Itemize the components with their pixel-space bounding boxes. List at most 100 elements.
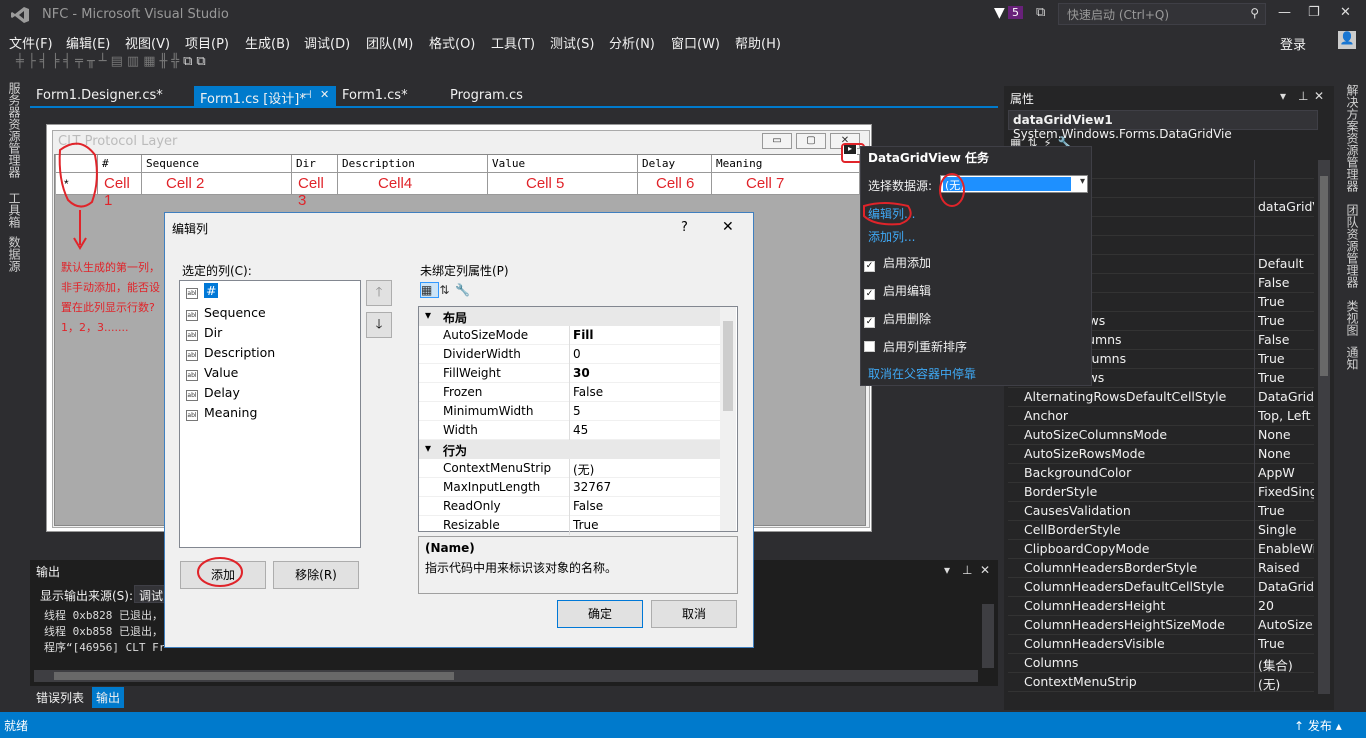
property-row[interactable]: BorderStyle FixedSing [1008, 483, 1314, 502]
output-close-icon[interactable]: ✕ [980, 563, 990, 577]
menu-analyze[interactable]: 分析(N) [609, 33, 655, 52]
grid-cell[interactable]: Cell 7 [712, 173, 860, 194]
class-view-tab[interactable]: 类视图 [1344, 300, 1361, 336]
output-pin-icon[interactable]: ⊥ [962, 563, 972, 577]
property-row[interactable]: ColumnHeadersDefaultCellStyle DataGridV [1008, 578, 1314, 597]
column-property-row[interactable]: Frozen False [419, 383, 721, 402]
property-value[interactable]: AutoSize [1258, 617, 1314, 632]
property-value[interactable]: 32767 [573, 480, 611, 494]
notification-badge[interactable]: 5 [1008, 6, 1023, 19]
remove-column-button[interactable]: 移除(R) [273, 561, 359, 589]
grid-col-header[interactable]: Sequence [142, 155, 292, 172]
list-item[interactable]: abl Meaning [186, 405, 257, 421]
property-value[interactable]: True [1258, 370, 1314, 385]
column-property-row[interactable]: DividerWidth 0 [419, 345, 721, 364]
property-value[interactable]: True [1258, 503, 1314, 518]
property-value[interactable]: False [573, 385, 603, 399]
column-property-row[interactable]: MaxInputLength 32767 [419, 478, 721, 497]
menu-project[interactable]: 项目(P) [185, 33, 229, 52]
tab-error-list[interactable]: 错误列表 [36, 689, 84, 706]
property-value[interactable]: (无) [573, 461, 594, 478]
tab-form1-design[interactable]: Form1.cs [设计]* ⊣ ✕ [194, 86, 336, 107]
property-value[interactable]: FixedSing [1258, 484, 1314, 499]
server-explorer-tab[interactable]: 服务器资源管理器 [6, 82, 23, 178]
maximize-button[interactable]: ❐ [1308, 5, 1320, 20]
column-property-row[interactable]: AutoSizeMode Fill [419, 326, 721, 345]
undock-link[interactable]: 取消在父容器中停靠 [868, 365, 976, 382]
output-vscrollbar[interactable] [982, 604, 994, 668]
properties-object-selector[interactable]: dataGridView1 System.Windows.Forms.DataG… [1008, 110, 1318, 141]
property-row[interactable]: Anchor Top, Left [1008, 407, 1314, 426]
property-row[interactable]: AlternatingRowsDefaultCellStyle DataGridV [1008, 388, 1314, 407]
property-row[interactable]: ColumnHeadersVisible True [1008, 635, 1314, 654]
column-property-row[interactable]: Resizable True [419, 516, 721, 535]
tab-output[interactable]: 输出 [92, 687, 125, 708]
grid-cell[interactable]: Cell 2 [142, 173, 292, 194]
property-value[interactable]: 45 [573, 423, 588, 437]
close-tab-icon[interactable]: ✕ [320, 88, 329, 101]
property-value[interactable]: DataGridV [1258, 389, 1314, 404]
tab-program[interactable]: Program.cs [444, 86, 529, 106]
cancel-button[interactable]: 取消 [651, 600, 737, 628]
property-value[interactable]: None [1258, 427, 1314, 442]
property-value[interactable]: True [1258, 351, 1314, 366]
menu-edit[interactable]: 编辑(E) [66, 33, 110, 52]
list-item[interactable]: abl Description [186, 345, 275, 361]
filter-icon[interactable]: ▼ [994, 5, 1005, 21]
toolbox-tab[interactable]: 工具箱 [6, 192, 23, 228]
property-value[interactable]: Single [1258, 522, 1314, 537]
property-value[interactable]: dataGridV [1258, 199, 1314, 214]
grid-cell[interactable]: Cell4 [338, 173, 488, 194]
grid-col-header[interactable]: Delay [638, 155, 712, 172]
list-item[interactable]: abl Sequence [186, 305, 266, 321]
column-property-row[interactable]: Width 45 [419, 421, 721, 440]
grid-col-header[interactable]: Dir [292, 155, 338, 172]
property-value[interactable]: None [1258, 446, 1314, 461]
props-close-icon[interactable]: ✕ [1314, 89, 1324, 103]
property-row[interactable]: ContextMenuStrip (无) [1008, 673, 1314, 692]
property-value[interactable]: Fill [573, 328, 594, 342]
property-value[interactable]: 30 [573, 366, 590, 380]
property-row[interactable]: CellBorderStyle Single [1008, 521, 1314, 540]
property-row[interactable]: ColumnHeadersBorderStyle Raised [1008, 559, 1314, 578]
menu-window[interactable]: 窗口(W) [671, 33, 720, 52]
alphabetical-icon[interactable]: ⇅ [439, 283, 455, 297]
pin-icon[interactable]: ⊣ [302, 88, 312, 101]
enable-add-checkbox[interactable]: ✓ 启用添加 [864, 254, 931, 272]
menu-help[interactable]: 帮助(H) [735, 33, 781, 52]
property-row[interactable]: ColumnHeadersHeightSizeMode AutoSize [1008, 616, 1314, 635]
list-item[interactable]: abl # [186, 283, 219, 299]
property-row[interactable]: AutoSizeColumnsMode None [1008, 426, 1314, 445]
menu-debug[interactable]: 调试(D) [304, 33, 350, 52]
grid-col-header[interactable]: Value [488, 155, 638, 172]
tab-form1-designer[interactable]: Form1.Designer.cs* [30, 86, 169, 106]
property-category[interactable]: ▾ 行为 [419, 440, 721, 459]
menu-view[interactable]: 视图(V) [125, 33, 170, 52]
property-row[interactable]: ColumnHeadersHeight 20 [1008, 597, 1314, 616]
output-hscrollbar[interactable] [34, 670, 978, 682]
property-value[interactable]: (集合) [1258, 655, 1314, 674]
categorized-icon[interactable]: ▦ [420, 282, 440, 298]
menu-file[interactable]: 文件(F) [9, 33, 53, 52]
property-value[interactable]: True [1258, 294, 1314, 309]
property-value[interactable]: False [573, 499, 603, 513]
dialog-close-icon[interactable]: ✕ [722, 219, 734, 235]
enable-edit-checkbox[interactable]: ✓ 启用编辑 [864, 282, 931, 300]
property-pages-icon[interactable]: 🔧 [455, 283, 476, 297]
grid-cell[interactable]: Cell 6 [638, 173, 712, 194]
align-top-icon[interactable]: ╤╥┴ [75, 54, 110, 69]
solution-explorer-tab[interactable]: 解决方案资源管理器 [1344, 84, 1361, 192]
property-value[interactable]: 5 [573, 404, 581, 418]
property-row[interactable]: ClipboardCopyMode EnableWit [1008, 540, 1314, 559]
notifications-tab[interactable]: 通知 [1344, 346, 1361, 370]
close-button[interactable]: ✕ [1340, 5, 1351, 20]
help-button[interactable]: ? [681, 220, 688, 235]
property-value[interactable]: True [1258, 313, 1314, 328]
properties-scrollbar[interactable] [1318, 160, 1330, 694]
selected-columns-list[interactable]: abl # abl Sequence abl Dir abl Description a… [179, 280, 361, 548]
property-value[interactable]: 0 [573, 347, 581, 361]
list-item[interactable]: abl Dir [186, 325, 222, 341]
props-pin-icon[interactable]: ⊥ [1298, 89, 1308, 103]
enable-delete-checkbox[interactable]: ✓ 启用删除 [864, 310, 931, 328]
property-value[interactable]: 20 [1258, 598, 1314, 613]
